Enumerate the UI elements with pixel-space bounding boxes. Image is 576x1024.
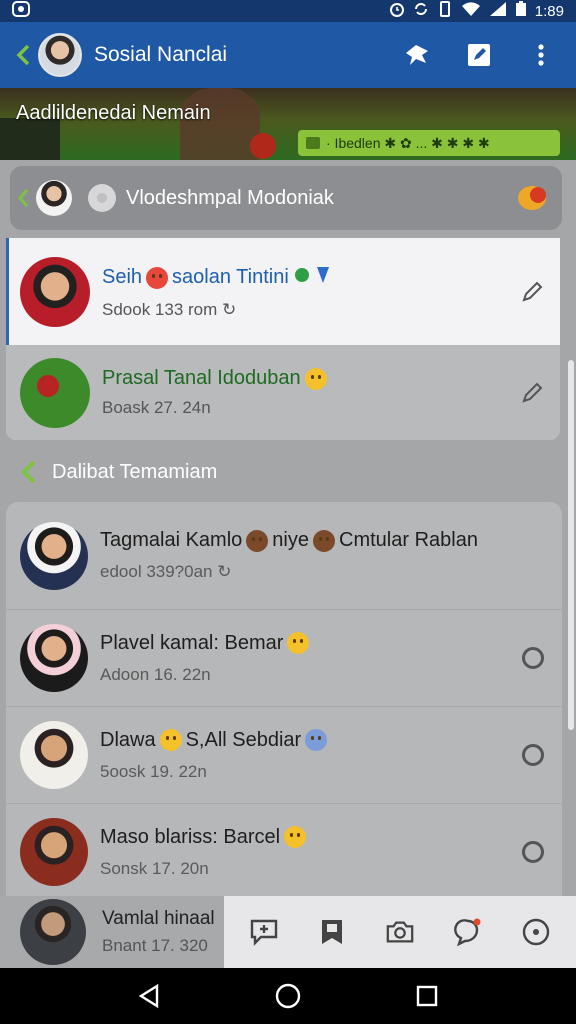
chat-name: Dlawa S,All Sebdiar	[100, 729, 562, 752]
chat-name: Tagmalai Kamlo niye Cmtular Rablan	[100, 529, 478, 552]
chat-bubble-badge-icon[interactable]	[516, 183, 550, 213]
pinned-chats: Seih saolan Tintini Sdook 133 rom ↻ Pras…	[6, 238, 560, 440]
battery-icon	[515, 0, 527, 22]
chat-name: Plavel kamal: Bemar	[100, 632, 562, 655]
chat-add-icon[interactable]	[249, 917, 279, 947]
avatar	[20, 521, 88, 590]
app-bar: Sosial Nanclai	[0, 22, 576, 88]
chevron-left-icon	[18, 458, 42, 486]
list-item[interactable]: Plavel kamal: Bemar Adoon 16. 22n	[6, 610, 562, 707]
app-title: Sosial Nanclai	[94, 43, 228, 66]
pinned-chat-item[interactable]: Seih saolan Tintini Sdook 133 rom ↻	[6, 238, 560, 345]
pill-square-icon	[306, 137, 320, 149]
list-item[interactable]: Tagmalai Kamlo niye Cmtular Rablan edool…	[6, 502, 562, 610]
chat-timestamp: Sonsk 17. 20n	[100, 858, 209, 878]
status-circle-icon[interactable]	[521, 917, 551, 947]
sunglasses-emoji-icon	[305, 729, 328, 751]
status-bar: 1:89	[0, 0, 576, 22]
avatar	[20, 624, 88, 692]
chat-timestamp: Boask 27. 24n	[102, 398, 211, 417]
pinned-chat-item[interactable]: Prasal Tanal Idoduban Boask 27. 24n	[6, 345, 560, 440]
chat-timestamp: edool 339?0an ↻	[100, 562, 232, 581]
recents-square-icon[interactable]	[413, 982, 441, 1010]
edit-pencil-icon[interactable]	[520, 381, 544, 405]
home-circle-icon[interactable]	[274, 982, 302, 1010]
scrollbar[interactable]	[568, 360, 574, 730]
banner-ball	[250, 133, 276, 159]
notification-bell-icon[interactable]	[453, 917, 483, 947]
bookmark-icon[interactable]	[317, 917, 347, 947]
section-header[interactable]: Dalibat Temamiam	[18, 458, 217, 486]
chat-name: Prasal Tanal Idoduban	[102, 367, 560, 390]
select-radio[interactable]	[522, 744, 544, 766]
select-radio[interactable]	[522, 841, 544, 863]
chat-timestamp: Bnant 17. 320	[102, 936, 208, 955]
status-time: 1:89	[534, 2, 564, 20]
person-emoji-icon	[313, 529, 335, 552]
list-item[interactable]: Dlawa S,All Sebdiar 5oosk 19. 22n	[6, 707, 562, 804]
system-nav-bar	[0, 968, 576, 1024]
bottom-strip: Vamlal hinaal Bnant 17. 320	[0, 896, 576, 968]
smile-emoji-icon	[146, 266, 169, 289]
smile-emoji-icon	[284, 826, 307, 848]
chat-name: Seih saolan Tintini	[102, 264, 560, 292]
edit-pencil-icon[interactable]	[520, 280, 544, 304]
sync-icon	[413, 1, 429, 22]
chat-list-content: Vlodeshmpal Modoniak Seih saolan Tintini…	[0, 160, 576, 968]
chat-name: Vamlal hinaal	[102, 908, 215, 929]
avatar	[20, 818, 88, 886]
header-banner: Aadlildenedai Nemain · Ibedlen ✱ ✿ ... ✱…	[0, 88, 576, 160]
smile-emoji-icon	[159, 729, 182, 751]
chat-avatar[interactable]	[38, 33, 82, 77]
back-triangle-icon[interactable]	[135, 982, 163, 1010]
chat-timestamp: Adoon 16. 22n	[100, 664, 211, 684]
badge-icons	[293, 264, 333, 292]
search-back-icon[interactable]	[16, 188, 30, 208]
more-vert-icon[interactable]	[528, 42, 554, 68]
app-notification-icon	[12, 0, 30, 22]
camera-icon[interactable]	[385, 917, 415, 947]
vibrate-icon	[437, 0, 453, 22]
banner-pill-text: · Ibedlen ✱ ✿ ... ✱ ✱ ✱ ✱	[326, 134, 490, 151]
list-item[interactable]: Maso blariss: Barcel Sonsk 17. 20n	[6, 804, 562, 901]
wifi-icon	[461, 1, 481, 22]
bottom-toolbar	[224, 896, 576, 968]
section-title: Dalibat Temamiam	[52, 460, 218, 483]
smile-emoji-icon	[304, 367, 327, 390]
pin-icon[interactable]	[404, 42, 430, 68]
search-input[interactable]: Vlodeshmpal Modoniak	[126, 187, 516, 210]
avatar	[20, 899, 86, 965]
avatar	[20, 721, 88, 789]
status-dot-icon	[88, 184, 116, 212]
smile-emoji-icon	[287, 632, 310, 654]
banner-status-pill[interactable]: · Ibedlen ✱ ✿ ... ✱ ✱ ✱ ✱	[298, 130, 560, 156]
list-item[interactable]: Vamlal hinaal Bnant 17. 320	[0, 896, 224, 968]
signal-icon	[489, 1, 507, 22]
alarm-icon	[389, 1, 405, 22]
banner-title: Aadlildenedai Nemain	[16, 102, 211, 124]
back-chevron-icon[interactable]	[12, 44, 34, 66]
avatar	[20, 357, 90, 428]
face-emoji-icon	[246, 529, 269, 552]
chat-name: Maso blariss: Barcel	[100, 826, 562, 849]
chat-list: Tagmalai Kamlo niye Cmtular Rablan edool…	[6, 502, 562, 902]
search-avatar	[36, 180, 72, 216]
select-radio[interactable]	[522, 647, 544, 669]
avatar	[20, 256, 90, 327]
search-bar[interactable]: Vlodeshmpal Modoniak	[10, 166, 562, 230]
compose-icon[interactable]	[466, 42, 492, 68]
chat-timestamp: 5oosk 19. 22n	[100, 761, 207, 781]
chat-timestamp: Sdook 133 rom ↻	[102, 299, 237, 319]
